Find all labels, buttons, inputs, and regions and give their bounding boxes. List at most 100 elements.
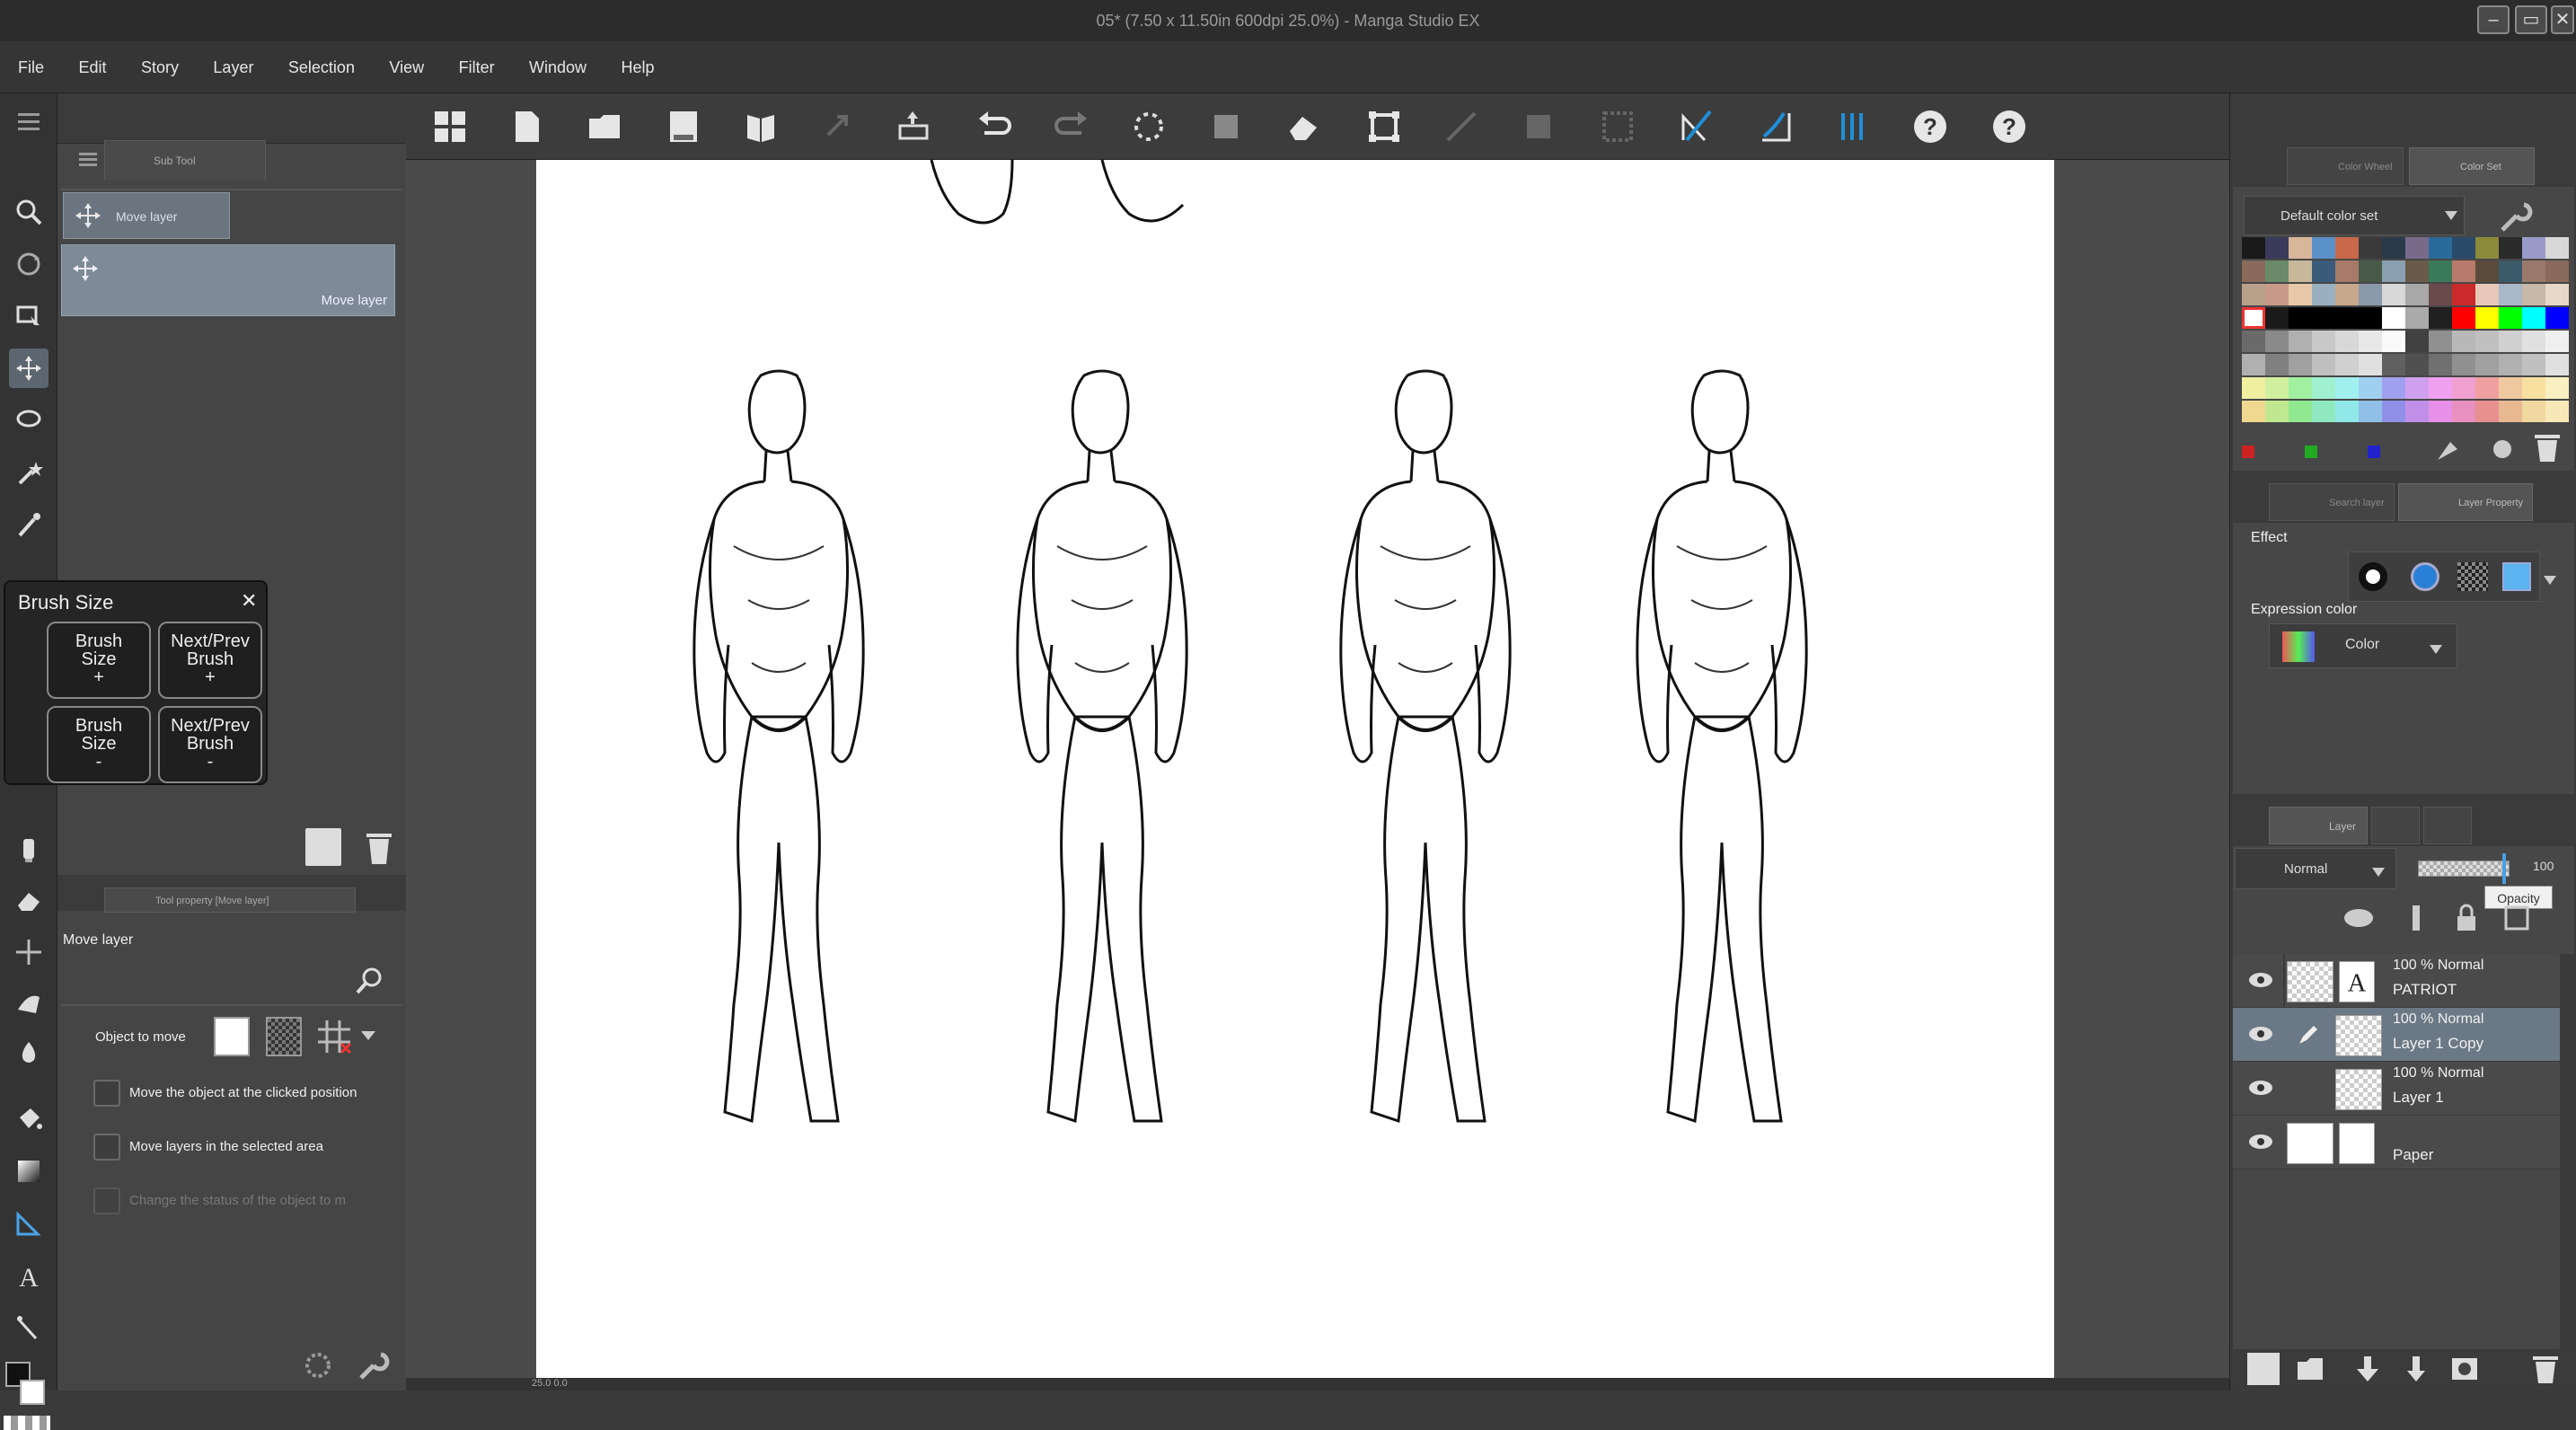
color-swatch[interactable]: [2499, 284, 2522, 305]
search-icon[interactable]: [354, 965, 386, 997]
prev-brush-button[interactable]: Next/Prev Brush -: [158, 706, 262, 783]
menu-view[interactable]: View: [389, 41, 424, 93]
color-swatch[interactable]: [2335, 331, 2359, 352]
color-swatch[interactable]: [2545, 307, 2569, 329]
chevron-down-icon[interactable]: [2544, 573, 2556, 585]
color-swatch[interactable]: [2265, 260, 2289, 282]
option-change-status-checkbox[interactable]: [93, 1187, 120, 1214]
color-swatch[interactable]: [2545, 354, 2569, 375]
object-tool-icon[interactable]: [9, 296, 49, 336]
color-swatch[interactable]: [2499, 307, 2522, 329]
help-icon[interactable]: ?: [1908, 104, 1953, 149]
color-swatch[interactable]: [2499, 331, 2522, 352]
color-swatch[interactable]: [2499, 237, 2522, 259]
color-swatch[interactable]: [2359, 354, 2382, 375]
brush-size-decrease-button[interactable]: Brush Size -: [47, 706, 151, 783]
color-swatch[interactable]: [2499, 354, 2522, 375]
color-swatch[interactable]: [2405, 260, 2429, 282]
color-swatch[interactable]: [2429, 377, 2452, 399]
color-swatch[interactable]: [2499, 377, 2522, 399]
color-swatch[interactable]: [2265, 331, 2289, 352]
color-swatch[interactable]: [2242, 354, 2265, 375]
select-all-icon[interactable]: [1126, 104, 1171, 149]
color-swatch[interactable]: [2242, 284, 2265, 305]
disabled-tool-icon-1[interactable]: [1439, 104, 1484, 149]
layer-scrollbar[interactable]: [2562, 954, 2574, 1349]
snap-grid-icon[interactable]: [1831, 104, 1875, 149]
tab-search-layer[interactable]: Search layer: [2269, 483, 2395, 521]
brush-size-increase-button[interactable]: Brush Size +: [47, 622, 151, 699]
airbrush-tool-icon[interactable]: [9, 830, 49, 869]
new-folder-icon[interactable]: [2294, 1353, 2326, 1385]
transfer-down-icon[interactable]: [2351, 1353, 2384, 1385]
minimize-button[interactable]: ‒: [2477, 5, 2510, 34]
clear-icon[interactable]: [1281, 104, 1326, 149]
color-swatch[interactable]: [2242, 377, 2265, 399]
color-swatch[interactable]: [2429, 401, 2452, 422]
opacity-slider-handle[interactable]: [2502, 853, 2506, 884]
tab-color-wheel[interactable]: Color Wheel: [2287, 147, 2404, 185]
replace-color-icon[interactable]: [2484, 429, 2520, 465]
color-swatch[interactable]: [2242, 331, 2265, 352]
close-window-button[interactable]: ✕: [2551, 5, 2574, 34]
color-swatch[interactable]: [2289, 307, 2312, 329]
lock-icon[interactable]: [2448, 900, 2484, 936]
color-swatch[interactable]: [2289, 260, 2312, 282]
color-swatch[interactable]: [2452, 307, 2475, 329]
color-swatch[interactable]: [2289, 284, 2312, 305]
eye-icon[interactable]: [2247, 970, 2274, 990]
layer-color-icon[interactable]: [2502, 562, 2531, 591]
recent-color-blue[interactable]: [2368, 446, 2380, 458]
object-layer-toggle[interactable]: [214, 1017, 250, 1056]
redo-icon[interactable]: [1049, 104, 1094, 149]
delete-color-icon[interactable]: [2529, 429, 2565, 465]
color-swatch[interactable]: [2335, 237, 2359, 259]
layer-row-layer1-copy[interactable]: 100 % Normal Layer 1 Copy: [2233, 1008, 2560, 1062]
color-swatch[interactable]: [2545, 377, 2569, 399]
eye-icon[interactable]: [2247, 1132, 2274, 1152]
color-swatch[interactable]: [2522, 331, 2545, 352]
rotate-tool-icon[interactable]: [9, 244, 49, 284]
move-layer-tool-icon[interactable]: [9, 349, 49, 388]
new-raster-layer-icon[interactable]: [2247, 1353, 2280, 1385]
color-swatch[interactable]: [2335, 354, 2359, 375]
color-swatch[interactable]: [2475, 260, 2499, 282]
color-swatch[interactable]: [2429, 331, 2452, 352]
color-swatch[interactable]: [2522, 237, 2545, 259]
color-swatch[interactable]: [2522, 354, 2545, 375]
color-swatch[interactable]: [2382, 260, 2405, 282]
color-swatch[interactable]: [2289, 401, 2312, 422]
layer-row-paper[interactable]: Paper: [2233, 1116, 2560, 1170]
color-swatch[interactable]: [2405, 331, 2429, 352]
color-swatch[interactable]: [2545, 237, 2569, 259]
object-tone-toggle[interactable]: [266, 1017, 302, 1056]
snap-special-ruler-icon[interactable]: [1753, 104, 1798, 149]
color-swatch[interactable]: [2522, 307, 2545, 329]
color-swatch[interactable]: [2265, 377, 2289, 399]
zoom-tool-icon[interactable]: [9, 192, 49, 232]
disabled-tool-icon-3[interactable]: [1595, 104, 1640, 149]
color-swatch[interactable]: [2452, 260, 2475, 282]
menu-help[interactable]: Help: [622, 41, 655, 93]
add-color-icon[interactable]: [2430, 429, 2466, 465]
delete-subtool-icon[interactable]: [363, 828, 395, 866]
panel-menu-icon[interactable]: [75, 146, 102, 172]
tab-history[interactable]: [2371, 807, 2420, 844]
color-swatch[interactable]: [2312, 354, 2335, 375]
color-swatch[interactable]: [2475, 284, 2499, 305]
subtool-item-move-layer[interactable]: Move layer: [61, 244, 395, 316]
layout-grid-icon[interactable]: [428, 104, 472, 149]
color-swatch[interactable]: [2405, 307, 2429, 329]
color-swatch[interactable]: [2312, 237, 2335, 259]
color-swatch[interactable]: [2242, 237, 2265, 259]
color-swatch[interactable]: [2359, 307, 2382, 329]
color-swatch[interactable]: [2312, 307, 2335, 329]
color-swatch[interactable]: [2312, 260, 2335, 282]
decoration-tool-icon[interactable]: [9, 932, 49, 972]
sub-color-swatch[interactable]: [20, 1380, 45, 1405]
color-swatch[interactable]: [2545, 260, 2569, 282]
new-subtool-icon[interactable]: [305, 828, 341, 866]
color-swatch[interactable]: [2359, 401, 2382, 422]
color-swatch[interactable]: [2452, 331, 2475, 352]
color-swatch-grid[interactable]: [2242, 237, 2569, 424]
